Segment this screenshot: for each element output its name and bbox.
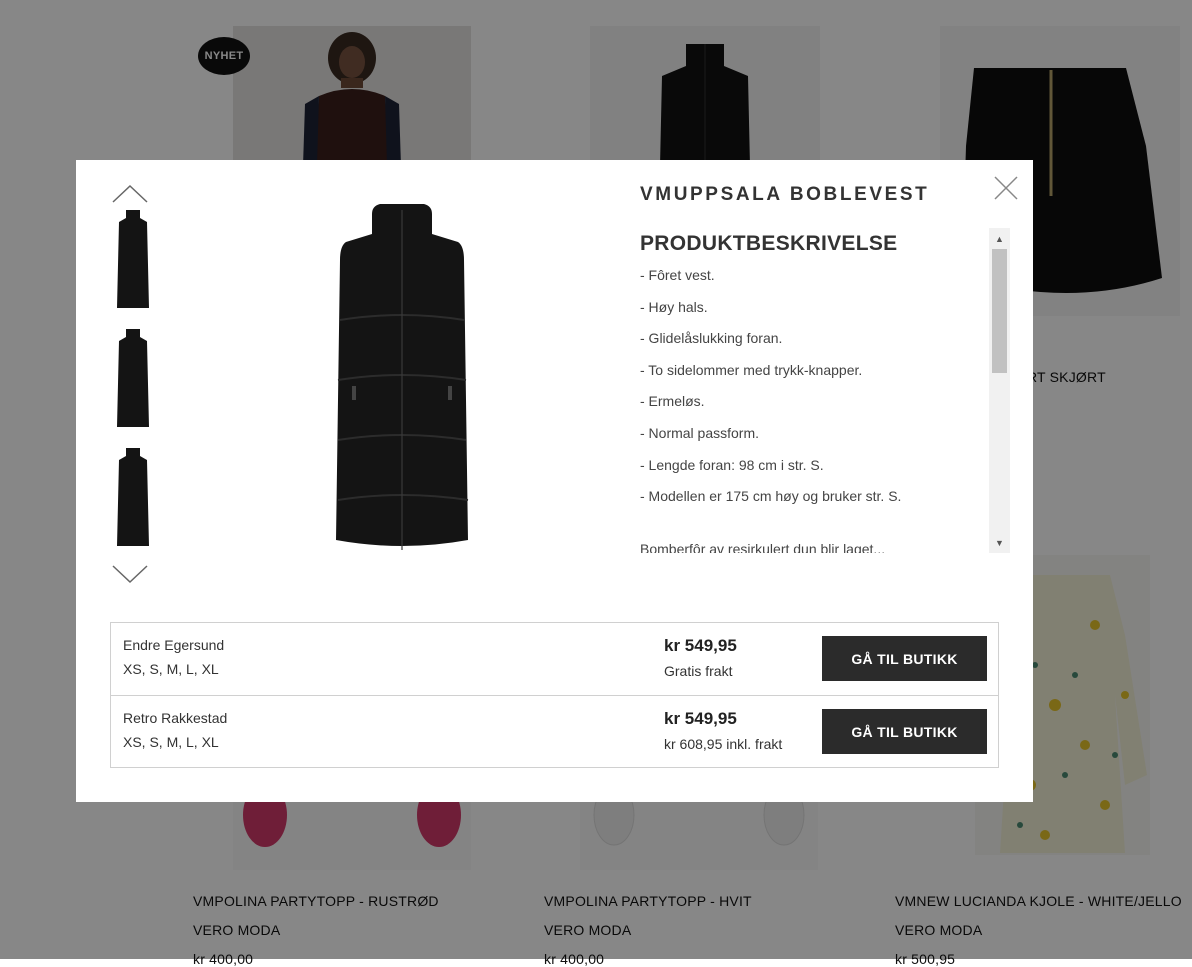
thumbnail-image[interactable] [113,446,153,548]
scroll-up-arrow-icon[interactable]: ▲ [989,230,1010,247]
offer-row: Endre Egersund XS, S, M, L, XL kr 549,95… [111,623,998,695]
scrollbar-thumb[interactable] [992,249,1007,373]
available-sizes: XS, S, M, L, XL [123,734,219,750]
shipping-info: kr 608,95 inkl. frakt [664,736,783,752]
main-product-image[interactable] [332,200,472,560]
description-line: - Fôret vest. [640,267,715,283]
description-scrollbar[interactable]: ▲ ▼ [989,228,1010,553]
go-to-store-button[interactable]: GÅ TIL BUTIKK [822,636,987,681]
description-line: - Ermeløs. [640,393,705,410]
product-title: VMUPPSALA BOBLEVEST [640,184,930,205]
store-name: Retro Rakkestad [123,710,228,726]
thumbnail-image[interactable] [113,327,153,429]
close-icon[interactable] [993,175,1019,201]
offer-price: kr 549,95 [664,636,737,655]
offer-price: kr 549,95 [664,709,737,728]
description-line: - Høy hals. [640,298,708,315]
product-modal: VMUPPSALA BOBLEVEST PRODUKTBESKRIVELSE -… [76,160,1033,802]
description-line: - Normal passform. [640,424,760,441]
store-name: Endre Egersund [123,637,225,653]
chevron-down-icon[interactable] [111,564,149,589]
go-to-store-button[interactable]: GÅ TIL BUTIKK [822,709,987,754]
shipping-info: Gratis frakt [664,663,733,679]
offers-table: Endre Egersund XS, S, M, L, XL kr 549,95… [110,622,999,768]
description-heading: PRODUKTBESKRIVELSE [640,232,898,255]
description-line: - Glidelåslukking foran. [640,330,783,347]
description-extra: Bomberfôr av resirkulert dun blir laget.… [640,540,886,553]
thumbnail-image[interactable] [113,208,153,310]
description-line: - To sidelommer med trykk-knapper. [640,361,863,378]
offer-row: Retro Rakkestad XS, S, M, L, XL kr 549,9… [111,695,998,767]
scroll-down-arrow-icon[interactable]: ▼ [989,534,1010,551]
available-sizes: XS, S, M, L, XL [123,661,219,677]
description-panel: PRODUKTBESKRIVELSE - Fôret vest. - Høy h… [640,228,1010,553]
chevron-up-icon[interactable] [111,184,149,209]
description-line: - Modellen er 175 cm høy og bruker str. … [640,488,902,505]
description-line: - Lengde foran: 98 cm i str. S. [640,456,824,473]
